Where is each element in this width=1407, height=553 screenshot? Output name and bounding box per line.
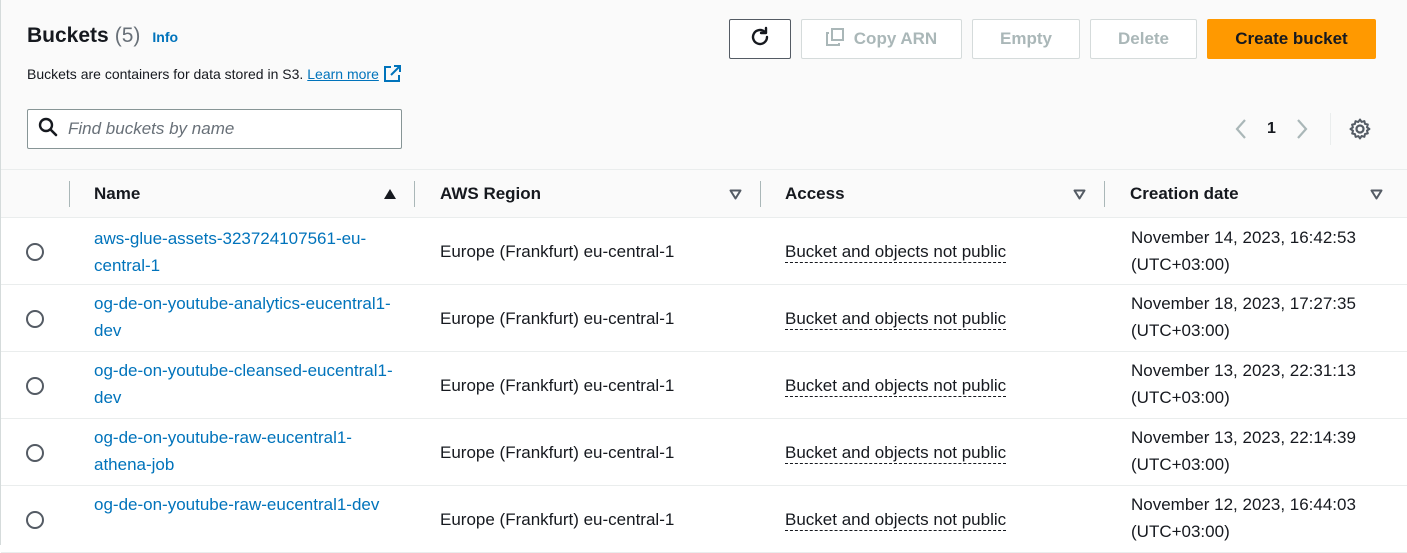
bucket-creation-date: November 14, 2023, 16:42:53 (UTC+03:00) <box>1131 228 1356 274</box>
info-link[interactable]: Info <box>152 29 178 45</box>
table-row[interactable]: aws-glue-assets-323724107561-eu-central-… <box>1 218 1407 285</box>
row-radio[interactable] <box>26 310 44 328</box>
bucket-name-link[interactable]: og-de-on-youtube-raw-eucentral1-athena-j… <box>94 424 404 478</box>
delete-button[interactable]: Delete <box>1090 19 1197 59</box>
search-icon <box>38 117 58 142</box>
create-bucket-button[interactable]: Create bucket <box>1207 19 1376 59</box>
sort-ascending-icon[interactable] <box>383 170 397 218</box>
external-link-icon[interactable] <box>383 65 401 83</box>
pager-divider <box>1329 113 1331 145</box>
empty-button[interactable]: Empty <box>972 19 1080 59</box>
bucket-creation-date: November 18, 2023, 17:27:35 (UTC+03:00) <box>1131 294 1356 340</box>
column-creation-date[interactable]: Creation date <box>1130 170 1239 218</box>
bucket-count: (5) <box>114 24 141 47</box>
row-radio[interactable] <box>26 511 44 529</box>
search-placeholder: Find buckets by name <box>68 119 235 138</box>
row-radio[interactable] <box>26 444 44 462</box>
column-divider <box>414 181 415 207</box>
row-radio[interactable] <box>26 243 44 261</box>
description-text: Buckets are containers for data stored i… <box>27 66 304 82</box>
bucket-region: Europe (Frankfurt) eu-central-1 <box>440 376 675 395</box>
bucket-region: Europe (Frankfurt) eu-central-1 <box>440 242 675 261</box>
column-region[interactable]: AWS Region <box>440 170 541 218</box>
panel-header: Buckets (5) Info Buckets are containers … <box>1 0 1407 170</box>
chevron-right-icon[interactable] <box>1290 117 1314 141</box>
gear-icon[interactable] <box>1347 116 1373 142</box>
column-divider <box>69 181 70 207</box>
refresh-icon <box>749 26 771 53</box>
sort-icon[interactable] <box>1370 170 1383 218</box>
learn-more-link[interactable]: Learn more <box>307 66 379 82</box>
bucket-access[interactable]: Bucket and objects not public <box>785 443 1007 464</box>
bucket-access[interactable]: Bucket and objects not public <box>785 510 1007 531</box>
bucket-creation-date: November 12, 2023, 16:44:03 (UTC+03:00) <box>1131 495 1356 541</box>
bucket-name-link[interactable]: og-de-on-youtube-analytics-eucentral1-de… <box>94 290 404 344</box>
copy-icon <box>825 27 844 51</box>
search-input[interactable]: Find buckets by name <box>27 109 402 149</box>
table-row[interactable]: og-de-on-youtube-cleansed-eucentral1-dev… <box>1 352 1407 419</box>
bucket-region: Europe (Frankfurt) eu-central-1 <box>440 510 675 529</box>
page-number[interactable]: 1 <box>1267 120 1276 138</box>
column-access[interactable]: Access <box>785 170 845 218</box>
title-row: Buckets (5) Info <box>27 24 178 48</box>
refresh-button[interactable] <box>729 19 791 59</box>
bucket-access[interactable]: Bucket and objects not public <box>785 376 1007 397</box>
column-divider <box>1104 181 1105 207</box>
panel-description: Buckets are containers for data stored i… <box>27 65 401 83</box>
bucket-region: Europe (Frankfurt) eu-central-1 <box>440 309 675 328</box>
table-row[interactable]: og-de-on-youtube-raw-eucentral1-athena-j… <box>1 419 1407 486</box>
column-divider <box>760 181 761 207</box>
pagination: 1 <box>1229 113 1331 145</box>
table-row[interactable]: og-de-on-youtube-raw-eucentral1-dev Euro… <box>1 486 1407 553</box>
table-header: Name AWS Region Access Creation date <box>1 170 1407 218</box>
table-row[interactable]: og-de-on-youtube-analytics-eucentral1-de… <box>1 285 1407 352</box>
bucket-name-link[interactable]: og-de-on-youtube-cleansed-eucentral1-dev <box>94 357 404 411</box>
bucket-creation-date: November 13, 2023, 22:31:13 (UTC+03:00) <box>1131 361 1356 407</box>
chevron-left-icon[interactable] <box>1229 117 1253 141</box>
buckets-panel: Buckets (5) Info Buckets are containers … <box>0 0 1407 553</box>
copy-arn-label: Copy ARN <box>853 29 938 48</box>
bucket-region: Europe (Frankfurt) eu-central-1 <box>440 443 675 462</box>
column-name[interactable]: Name <box>94 170 140 218</box>
bucket-access[interactable]: Bucket and objects not public <box>785 242 1007 263</box>
sort-icon[interactable] <box>729 170 742 218</box>
row-radio[interactable] <box>26 377 44 395</box>
page-title: Buckets <box>27 24 109 47</box>
bucket-name-link[interactable]: aws-glue-assets-323724107561-eu-central-… <box>94 225 404 279</box>
bucket-access[interactable]: Bucket and objects not public <box>785 309 1007 330</box>
copy-arn-button[interactable]: Copy ARN <box>801 19 962 59</box>
bucket-creation-date: November 13, 2023, 22:14:39 (UTC+03:00) <box>1131 428 1356 474</box>
sort-icon[interactable] <box>1073 170 1086 218</box>
bucket-name-link[interactable]: og-de-on-youtube-raw-eucentral1-dev <box>94 491 404 518</box>
